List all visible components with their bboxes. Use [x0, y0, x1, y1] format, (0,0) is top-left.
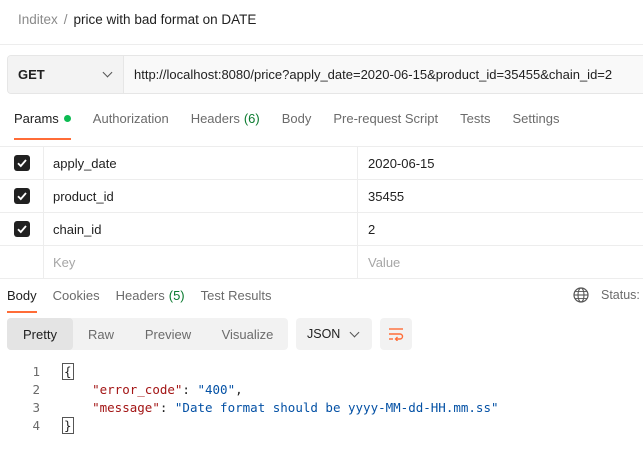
params-table: apply_date 2020-06-15 product_id 35455 c…	[0, 146, 643, 279]
globe-icon[interactable]	[573, 287, 589, 303]
param-row: chain_id 2	[0, 213, 643, 246]
chevron-down-icon	[349, 327, 360, 337]
json-tail: ,	[235, 381, 243, 397]
param-key[interactable]: product_id	[44, 180, 358, 212]
close-brace[interactable]: }	[62, 416, 74, 434]
request-name[interactable]: price with bad format on DATE	[74, 12, 257, 27]
tab-tests-label: Tests	[460, 110, 491, 126]
tab-params-label: Params	[14, 110, 59, 126]
response-body-code: 1 { 2 "error_code": "400", 3 "message": …	[0, 362, 643, 434]
check-icon	[16, 159, 27, 168]
param-checkbox[interactable]	[13, 221, 30, 237]
response-tab-headers[interactable]: Headers (5)	[116, 285, 185, 305]
tab-authorization-label: Authorization	[92, 110, 169, 126]
code-line: 1 {	[0, 362, 643, 380]
url-input[interactable]: http://localhost:8080/price?apply_date=2…	[124, 56, 643, 93]
language-select[interactable]: JSON	[296, 318, 372, 350]
param-checkbox[interactable]	[13, 188, 30, 204]
param-check-cell	[0, 180, 44, 212]
tab-tests[interactable]: Tests	[460, 108, 490, 128]
tab-pre-request-script[interactable]: Pre-request Script	[333, 108, 438, 128]
response-tab-cookies[interactable]: Cookies	[53, 285, 100, 305]
view-tab-raw[interactable]: Raw	[73, 318, 129, 350]
tab-headers-label: Headers	[190, 110, 240, 126]
wrap-lines-button[interactable]	[380, 318, 412, 350]
response-view-tabs: Pretty Raw Preview Visualize	[7, 318, 288, 350]
open-brace[interactable]: {	[62, 362, 74, 380]
language-label: JSON	[307, 327, 341, 341]
status-label: Status:	[601, 288, 640, 302]
params-indicator-dot	[63, 114, 71, 122]
check-icon	[16, 192, 27, 201]
header-divider	[0, 44, 643, 45]
json-value: "Date format should be yyyy-MM-dd-HH.mm.…	[174, 399, 499, 415]
param-checkbox[interactable]	[13, 155, 30, 171]
request-bar: GET http://localhost:8080/price?apply_da…	[7, 55, 643, 94]
line-number: 1	[32, 363, 40, 379]
param-row-new: Key Value	[0, 246, 643, 279]
tab-headers[interactable]: Headers (6)	[191, 108, 260, 128]
code-line: 2 "error_code": "400",	[0, 380, 643, 398]
response-tab-headers-label: Headers	[115, 287, 165, 303]
param-check-cell	[0, 213, 44, 245]
param-row: apply_date 2020-06-15	[0, 147, 643, 180]
tab-settings-label: Settings	[512, 110, 560, 126]
view-tab-visualize[interactable]: Visualize	[207, 318, 288, 350]
line-number: 4	[32, 417, 40, 433]
json-sep: :	[159, 399, 175, 415]
param-key[interactable]: apply_date	[44, 147, 358, 179]
line-number: 2	[32, 381, 40, 397]
breadcrumb: Inditex / price with bad format on DATE	[18, 12, 256, 27]
response-tab-body[interactable]: Body	[7, 285, 37, 313]
view-tab-preview[interactable]: Preview	[129, 318, 207, 350]
param-value[interactable]: 2	[358, 213, 643, 245]
line-number: 3	[32, 399, 40, 415]
param-value[interactable]: 35455	[358, 180, 643, 212]
code-line: 4 }	[0, 416, 643, 434]
response-tabs: Body Cookies Headers (5) Test Results	[7, 285, 287, 313]
code-text: {	[62, 362, 74, 380]
code-text: }	[62, 416, 74, 434]
response-tab-test-results[interactable]: Test Results	[201, 285, 272, 305]
json-key: "error_code"	[92, 381, 183, 397]
response-headers-count: (5)	[168, 287, 185, 303]
code-line: 3 "message": "Date format should be yyyy…	[0, 398, 643, 416]
tab-settings[interactable]: Settings	[512, 108, 559, 128]
param-row: product_id 35455	[0, 180, 643, 213]
view-tab-pretty[interactable]: Pretty	[7, 318, 73, 350]
tab-body-label: Body	[281, 110, 312, 126]
breadcrumb-collection[interactable]: Inditex	[18, 12, 58, 27]
json-value: "400"	[197, 381, 236, 397]
code-text: "message": "Date format should be yyyy-M…	[62, 399, 499, 415]
tab-params[interactable]: Params	[14, 108, 71, 140]
tab-headers-count: (6)	[243, 110, 260, 126]
method-select[interactable]: GET	[8, 56, 124, 93]
response-tab-body-label: Body	[7, 287, 37, 303]
method-label: GET	[18, 67, 45, 82]
new-param-key-input[interactable]: Key	[44, 246, 358, 278]
json-sep: :	[182, 381, 198, 397]
response-tab-test-results-label: Test Results	[200, 287, 272, 303]
param-key[interactable]: chain_id	[44, 213, 358, 245]
breadcrumb-separator: /	[63, 12, 68, 27]
param-value[interactable]: 2020-06-15	[358, 147, 643, 179]
wrap-lines-icon	[389, 328, 404, 341]
response-tab-cookies-label: Cookies	[52, 287, 100, 303]
request-tabs: Params Authorization Headers (6) Body Pr…	[14, 108, 581, 140]
tab-authorization[interactable]: Authorization	[93, 108, 169, 128]
param-check-cell	[0, 147, 44, 179]
json-key: "message"	[92, 399, 160, 415]
tab-pre-request-script-label: Pre-request Script	[333, 110, 439, 126]
chevron-down-icon	[102, 67, 113, 78]
param-check-cell	[0, 246, 44, 278]
code-text: "error_code": "400",	[62, 382, 243, 397]
check-icon	[16, 225, 27, 234]
tab-body[interactable]: Body	[282, 108, 312, 128]
new-param-value-input[interactable]: Value	[358, 246, 643, 278]
